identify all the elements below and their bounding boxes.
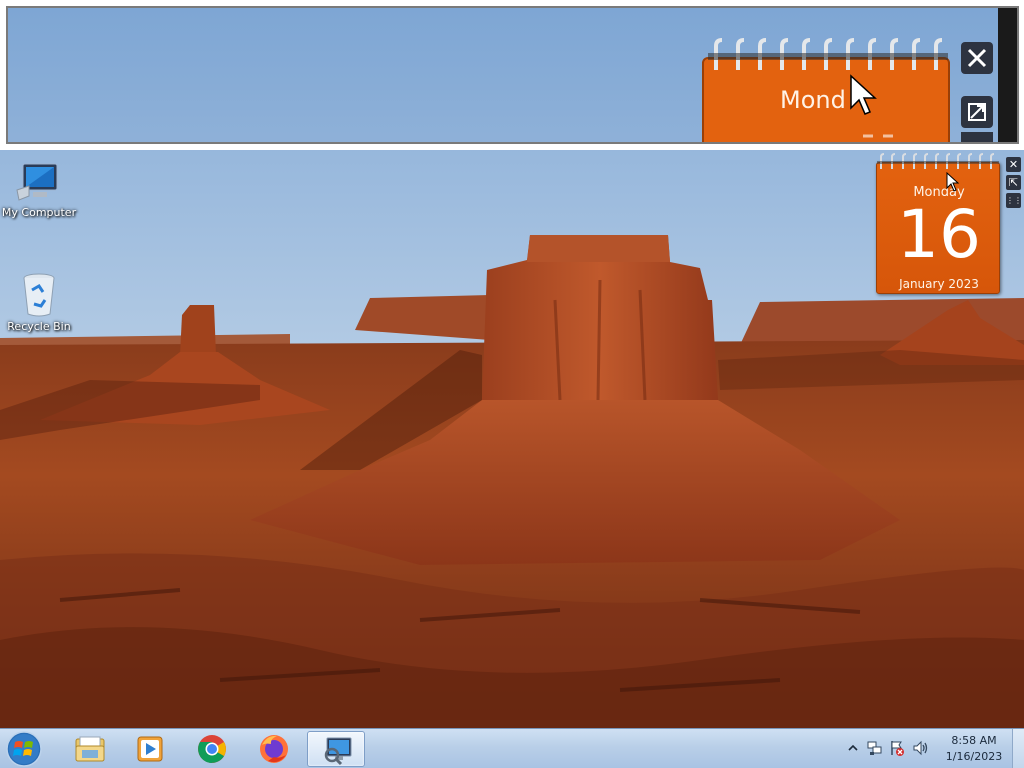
recycle-bin-shortcut[interactable]: Recycle Bin [0,272,78,333]
tray-date: 1/16/2023 [945,750,1003,763]
tray-clock[interactable]: 8:58 AM 1/16/2023 [938,733,1010,765]
mouse-pointer-icon [946,172,960,192]
windows-start-orb-icon [6,731,42,767]
taskbar-google-chrome[interactable] [182,731,240,767]
taskbar-mozilla-firefox[interactable] [244,731,302,767]
volume-icon[interactable] [912,739,930,757]
action-center-flag-icon[interactable] [888,739,906,757]
folder-icon [75,736,105,762]
magnified-day-text: Mond [780,86,846,114]
calendar-card[interactable]: Monday 16 January 2023 [876,162,1000,294]
show-desktop-button[interactable] [1012,729,1024,768]
recycle-bin-label: Recycle Bin [7,320,71,333]
magnifier-frame: Mond [6,6,1019,144]
show-hidden-icons-chevron-icon[interactable] [844,739,862,757]
taskbar: 8:58 AM 1/16/2023 [0,728,1024,768]
magnifier-lens-window[interactable]: Mond [0,0,1024,150]
firefox-icon [260,735,288,763]
magnified-view: Mond [8,8,1017,142]
recycle-bin-icon [23,273,55,317]
my-computer-shortcut[interactable]: My Computer [0,160,78,219]
chrome-icon [198,735,226,763]
tray-time: 8:58 AM [951,734,997,747]
gadget-drag-handle-icon[interactable]: ⋮⋮ [1006,193,1022,208]
taskbar-display-settings[interactable] [307,731,365,767]
computer-icon [16,163,58,201]
gadget-toolbar: ✕ ⇱ ⋮⋮ [1006,157,1022,217]
network-icon[interactable] [866,739,884,757]
calendar-month-year: January 2023 [899,277,979,291]
gadget-larger-size-icon[interactable]: ⇱ [1006,175,1021,190]
calendar-date-number: 16 [897,196,981,273]
taskbar-windows-explorer[interactable] [60,731,118,767]
media-player-icon [137,736,163,762]
system-tray: 8:58 AM 1/16/2023 [840,729,1024,768]
display-settings-icon [324,737,352,766]
my-computer-label: My Computer [1,206,77,219]
start-button[interactable] [4,730,48,768]
gadget-close-icon[interactable]: ✕ [1006,157,1021,172]
calendar-binding-rings [877,153,999,169]
taskbar-windows-media-player[interactable] [120,731,178,767]
